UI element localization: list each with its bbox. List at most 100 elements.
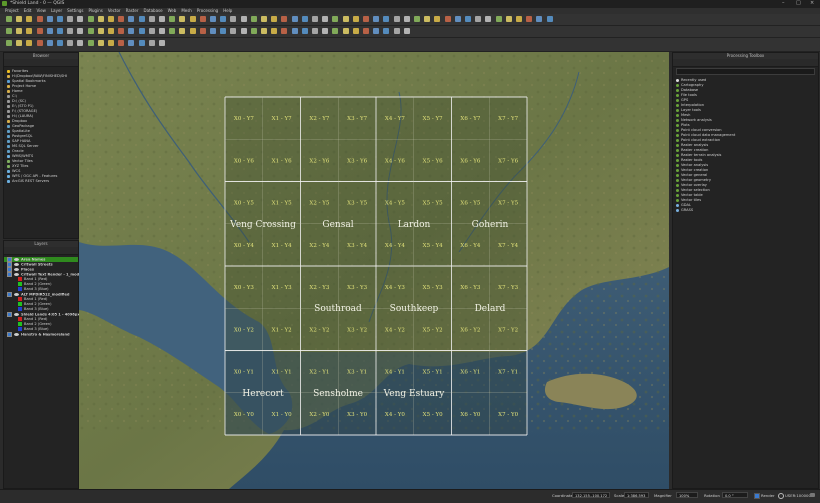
toolbar-tool-icon[interactable] bbox=[332, 28, 339, 34]
toolbar-tool-icon[interactable] bbox=[36, 40, 43, 46]
toolbar-tool-icon[interactable] bbox=[199, 16, 206, 22]
toolbar-tool-icon[interactable] bbox=[271, 28, 278, 34]
toolbar-tool-icon[interactable] bbox=[301, 16, 308, 22]
toolbar-tool-icon[interactable] bbox=[189, 16, 196, 22]
toolbar-tool-icon[interactable] bbox=[6, 16, 12, 22]
toolbar-tool-icon[interactable] bbox=[128, 40, 135, 46]
toolbar-tool-icon[interactable] bbox=[342, 16, 349, 22]
toolbar-tool-icon[interactable] bbox=[475, 16, 482, 22]
toolbar-tool-icon[interactable] bbox=[16, 16, 23, 22]
toolbar-tool-icon[interactable] bbox=[495, 16, 502, 22]
toolbar-tool-icon[interactable] bbox=[373, 28, 380, 34]
eye-icon[interactable] bbox=[14, 333, 19, 336]
toolbar-tool-icon[interactable] bbox=[87, 28, 94, 34]
toolbar-tool-icon[interactable] bbox=[261, 28, 267, 34]
toolbar-tool-icon[interactable] bbox=[26, 40, 33, 46]
toolbar-tool-icon[interactable] bbox=[546, 16, 553, 22]
toolbar-tool-icon[interactable] bbox=[352, 16, 359, 22]
toolbar-tool-icon[interactable] bbox=[352, 28, 359, 34]
toolbar-tool-icon[interactable] bbox=[46, 40, 53, 46]
eye-icon[interactable] bbox=[14, 273, 19, 276]
toolbar-tool-icon[interactable] bbox=[230, 16, 237, 22]
toolbar-tool-icon[interactable] bbox=[210, 16, 216, 22]
toolbar-tool-icon[interactable] bbox=[97, 16, 104, 22]
toolbar-tool-icon[interactable] bbox=[454, 16, 461, 22]
toolbar-tool-icon[interactable] bbox=[26, 16, 33, 22]
eye-icon[interactable] bbox=[14, 268, 19, 271]
crs-icon[interactable] bbox=[778, 493, 784, 499]
eye-icon[interactable] bbox=[14, 258, 19, 261]
toolbar-tool-icon[interactable] bbox=[230, 28, 237, 34]
eye-icon[interactable] bbox=[14, 293, 19, 296]
toolbar-tool-icon[interactable] bbox=[373, 16, 380, 22]
toolbar-tool-icon[interactable] bbox=[108, 16, 114, 22]
map-canvas[interactable]: X0 - Y7 X1 - Y7 X2 - Y7 X3 - Y7 X4 - Y7 X5 - … bbox=[79, 52, 669, 489]
toolbar-tool-icon[interactable] bbox=[97, 28, 104, 34]
toolbar-tool-icon[interactable] bbox=[148, 40, 155, 46]
toolbar-tool-icon[interactable] bbox=[281, 28, 288, 34]
toolbar-tool-icon[interactable] bbox=[220, 28, 227, 34]
toolbar-tool-icon[interactable] bbox=[444, 16, 451, 22]
toolbar-tool-icon[interactable] bbox=[363, 16, 369, 22]
toolbar-tool-icon[interactable] bbox=[97, 40, 104, 46]
toolbar-tool-icon[interactable] bbox=[87, 40, 94, 46]
toolbar-tool-icon[interactable] bbox=[87, 16, 94, 22]
rotation-field[interactable]: 0.0 ° bbox=[722, 492, 748, 498]
toolbar-tool-icon[interactable] bbox=[57, 40, 63, 46]
toolbar-tool-icon[interactable] bbox=[57, 16, 63, 22]
toolbar-tool-icon[interactable] bbox=[434, 16, 441, 22]
toolbar-tool-icon[interactable] bbox=[169, 16, 176, 22]
coordinate-field[interactable]: 132,155,-100,172 bbox=[572, 492, 610, 498]
toolbar-tool-icon[interactable] bbox=[179, 28, 186, 34]
toolbar-tool-icon[interactable] bbox=[118, 40, 125, 46]
toolbar-tool-icon[interactable] bbox=[67, 28, 74, 34]
toolbar-tool-icon[interactable] bbox=[403, 28, 410, 34]
toolbar-tool-icon[interactable] bbox=[312, 28, 318, 34]
toolbar-tool-icon[interactable] bbox=[16, 28, 23, 34]
processing-search-input[interactable] bbox=[676, 68, 815, 75]
toolbar-tool-icon[interactable] bbox=[291, 28, 298, 34]
render-checkbox[interactable] bbox=[754, 493, 760, 499]
toolbar-tool-icon[interactable] bbox=[108, 40, 114, 46]
toolbar-tool-icon[interactable] bbox=[26, 28, 33, 34]
toolbar-tool-icon[interactable] bbox=[138, 28, 145, 34]
toolbar-tool-icon[interactable] bbox=[424, 16, 431, 22]
toolbar-tool-icon[interactable] bbox=[118, 28, 125, 34]
toolbar-tool-icon[interactable] bbox=[414, 16, 420, 22]
maximize-button[interactable]: □ bbox=[796, 0, 801, 6]
toolbar-tool-icon[interactable] bbox=[485, 16, 492, 22]
toolbar-tool-icon[interactable] bbox=[77, 28, 84, 34]
browser-item[interactable]: ArcGIS REST Servers bbox=[7, 179, 78, 184]
toolbar-tool-icon[interactable] bbox=[250, 16, 257, 22]
toolbar-tool-icon[interactable] bbox=[46, 28, 53, 34]
toolbar-tool-icon[interactable] bbox=[189, 28, 196, 34]
toolbar-tool-icon[interactable] bbox=[148, 28, 155, 34]
toolbar-tool-icon[interactable] bbox=[128, 28, 135, 34]
toolbar-tool-icon[interactable] bbox=[46, 16, 53, 22]
eye-icon[interactable] bbox=[14, 263, 19, 266]
toolbar-tool-icon[interactable] bbox=[393, 28, 400, 34]
toolbar-tool-icon[interactable] bbox=[210, 28, 216, 34]
toolbar-tool-icon[interactable] bbox=[363, 28, 369, 34]
toolbar-tool-icon[interactable] bbox=[271, 16, 278, 22]
toolbar-tool-icon[interactable] bbox=[322, 16, 329, 22]
toolbar-tool-icon[interactable] bbox=[465, 16, 471, 22]
toolbar-tool-icon[interactable] bbox=[322, 28, 329, 34]
toolbar-tool-icon[interactable] bbox=[169, 28, 176, 34]
toolbar-tool-icon[interactable] bbox=[57, 28, 63, 34]
toolbar-tool-icon[interactable] bbox=[281, 16, 288, 22]
toolbar-tool-icon[interactable] bbox=[138, 40, 145, 46]
toolbar-tool-icon[interactable] bbox=[36, 16, 43, 22]
toolbar-tool-icon[interactable] bbox=[36, 28, 43, 34]
toolbar-tool-icon[interactable] bbox=[159, 40, 165, 46]
processing-group-item[interactable]: GRASS bbox=[676, 208, 818, 213]
toolbar-tool-icon[interactable] bbox=[179, 16, 186, 22]
toolbar-tool-icon[interactable] bbox=[383, 28, 390, 34]
minimize-button[interactable]: – bbox=[782, 0, 785, 6]
toolbar-tool-icon[interactable] bbox=[403, 16, 410, 22]
toolbar-tool-icon[interactable] bbox=[312, 16, 318, 22]
toolbar-tool-icon[interactable] bbox=[516, 16, 522, 22]
toolbar-tool-icon[interactable] bbox=[220, 16, 227, 22]
toolbar-tool-icon[interactable] bbox=[342, 28, 349, 34]
toolbar-tool-icon[interactable] bbox=[128, 16, 135, 22]
